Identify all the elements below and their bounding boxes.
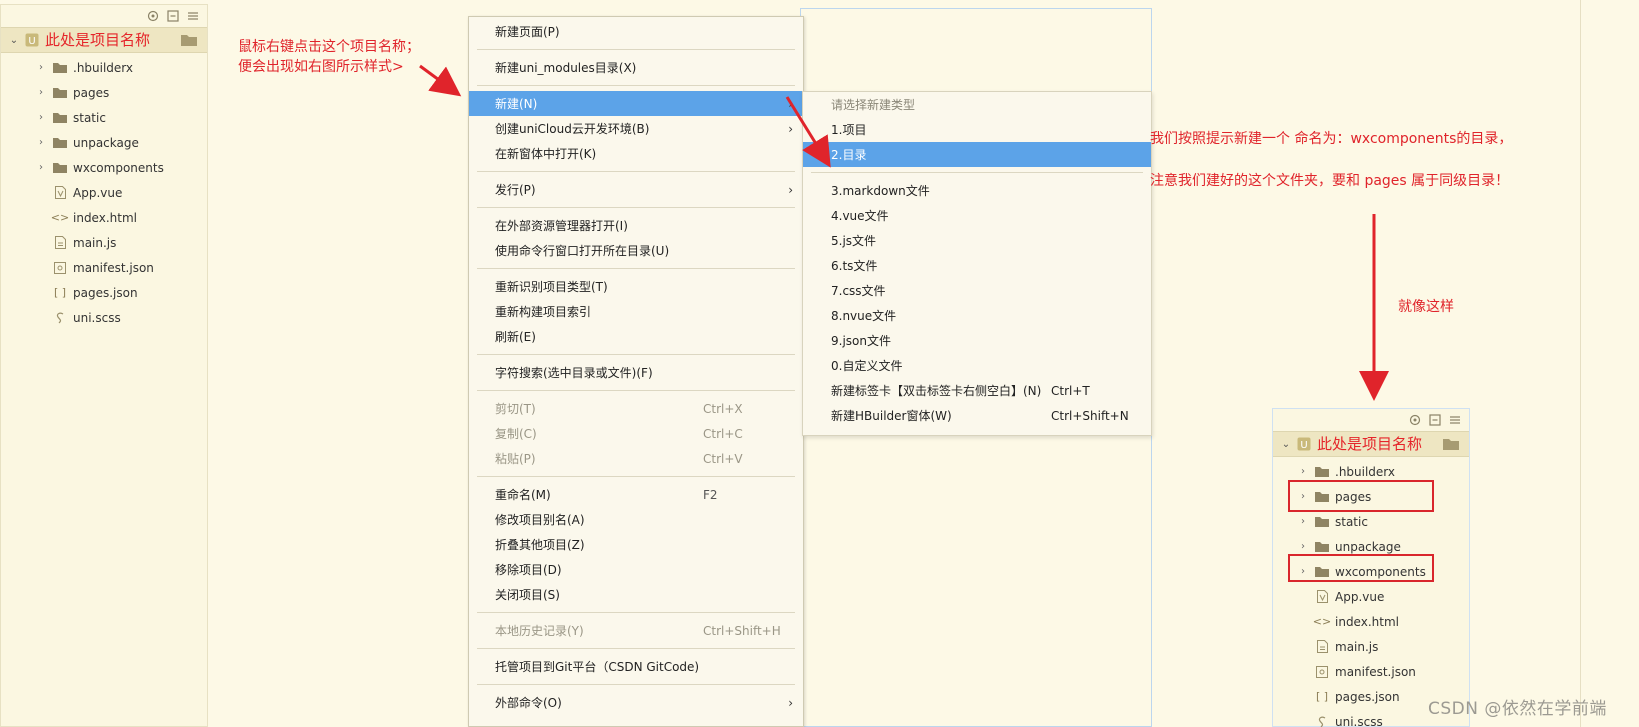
divider — [1580, 0, 1581, 727]
arrow-to-menu — [419, 64, 462, 97]
watermark: CSDN @依然在学前端 — [1428, 699, 1607, 719]
arrow-to-directory-option — [785, 96, 831, 168]
annotation-arrows — [419, 64, 1389, 401]
